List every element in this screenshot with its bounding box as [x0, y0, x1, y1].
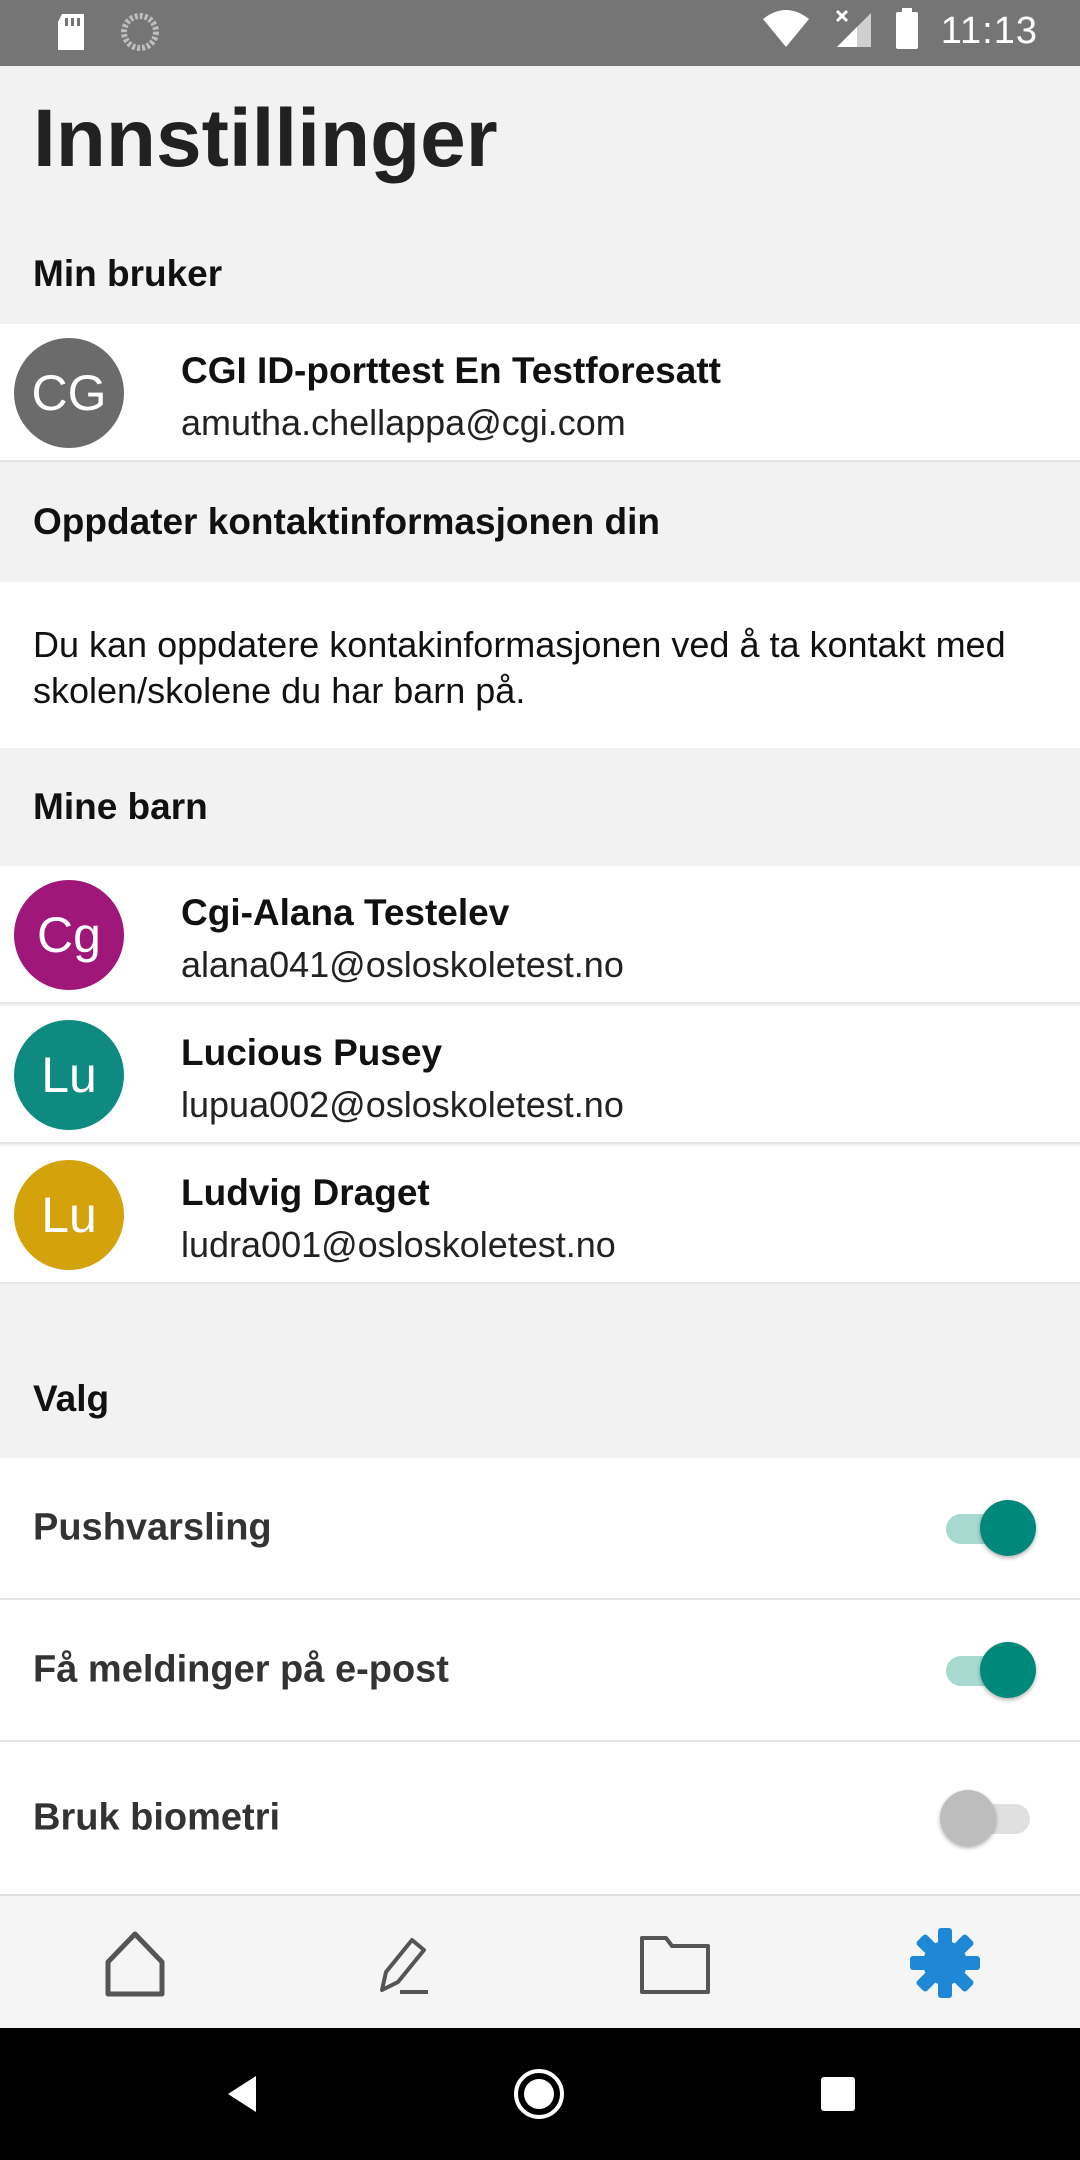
setting-label: Få meldinger på e-post	[33, 1648, 449, 1691]
child-name: Ludvig Draget	[181, 1172, 430, 1213]
avatar: Lu	[14, 1020, 124, 1130]
contact-info-text: Du kan oppdatere kontakinformasjonen ved…	[33, 624, 1006, 711]
biometrics-toggle[interactable]	[940, 1790, 1036, 1846]
nav-home[interactable]	[0, 1896, 270, 2030]
back-icon[interactable]	[212, 2064, 272, 2124]
home-circle-icon[interactable]	[509, 2064, 569, 2124]
child-email: lupua002@osloskoletest.no	[181, 1084, 624, 1125]
setting-row-email: Få meldinger på e-post	[0, 1600, 1080, 1742]
avatar: CG	[14, 338, 124, 448]
clock: 11:13	[940, 10, 1038, 52]
user-email: amutha.chellappa@cgi.com	[181, 402, 626, 443]
setting-row-biometrics: Bruk biometri	[0, 1742, 1080, 1894]
avatar: Cg	[14, 880, 124, 990]
user-name: CGI ID-porttest En Testforesatt	[181, 350, 721, 391]
child-email: alana041@osloskoletest.no	[181, 944, 624, 985]
sd-card-icon	[54, 12, 88, 57]
recents-icon[interactable]	[808, 2064, 868, 2124]
setting-label: Pushvarsling	[33, 1506, 272, 1549]
options-header: Valg	[0, 1340, 1080, 1458]
page-title: Innstillinger	[33, 93, 498, 184]
folder-icon	[640, 1936, 710, 1994]
nav-settings[interactable]	[810, 1896, 1080, 2030]
email-messages-toggle[interactable]	[940, 1642, 1036, 1698]
signal-icon	[833, 9, 873, 54]
edit-icon	[380, 1938, 428, 1994]
avatar: Lu	[14, 1160, 124, 1270]
child-row[interactable]: Lu Lucious Pusey lupua002@osloskoletest.…	[0, 1006, 1080, 1144]
child-row[interactable]: Lu Ludvig Draget ludra001@osloskoletest.…	[0, 1146, 1080, 1284]
contact-info-header: Oppdater kontaktinformasjonen din	[0, 462, 1080, 582]
setting-row-push: Pushvarsling	[0, 1458, 1080, 1600]
sync-icon	[120, 12, 160, 57]
wifi-icon	[761, 9, 811, 54]
my-user-row[interactable]: CG CGI ID-porttest En Testforesatt amuth…	[0, 324, 1080, 462]
child-name: Cgi-Alana Testelev	[181, 892, 510, 933]
home-icon	[105, 1931, 165, 1997]
child-row[interactable]: Cg Cgi-Alana Testelev alana041@osloskole…	[0, 866, 1080, 1004]
my-user-header: Min bruker	[0, 224, 1080, 324]
settings-icon	[910, 1928, 980, 1998]
nav-folder[interactable]	[540, 1896, 810, 2030]
status-bar: 11:13	[0, 0, 1080, 66]
battery-icon	[895, 8, 919, 55]
child-name: Lucious Pusey	[181, 1032, 443, 1073]
nav-edit[interactable]	[270, 1896, 540, 2030]
children-header: Mine barn	[0, 748, 1080, 866]
setting-label: Bruk biometri	[33, 1796, 281, 1839]
bottom-nav	[0, 1894, 1080, 2028]
system-nav-bar	[0, 2028, 1080, 2160]
contact-info-section: Du kan oppdatere kontakinformasjonen ved…	[0, 582, 1080, 748]
child-email: ludra001@osloskoletest.no	[181, 1224, 616, 1265]
push-notification-toggle[interactable]	[940, 1500, 1036, 1556]
